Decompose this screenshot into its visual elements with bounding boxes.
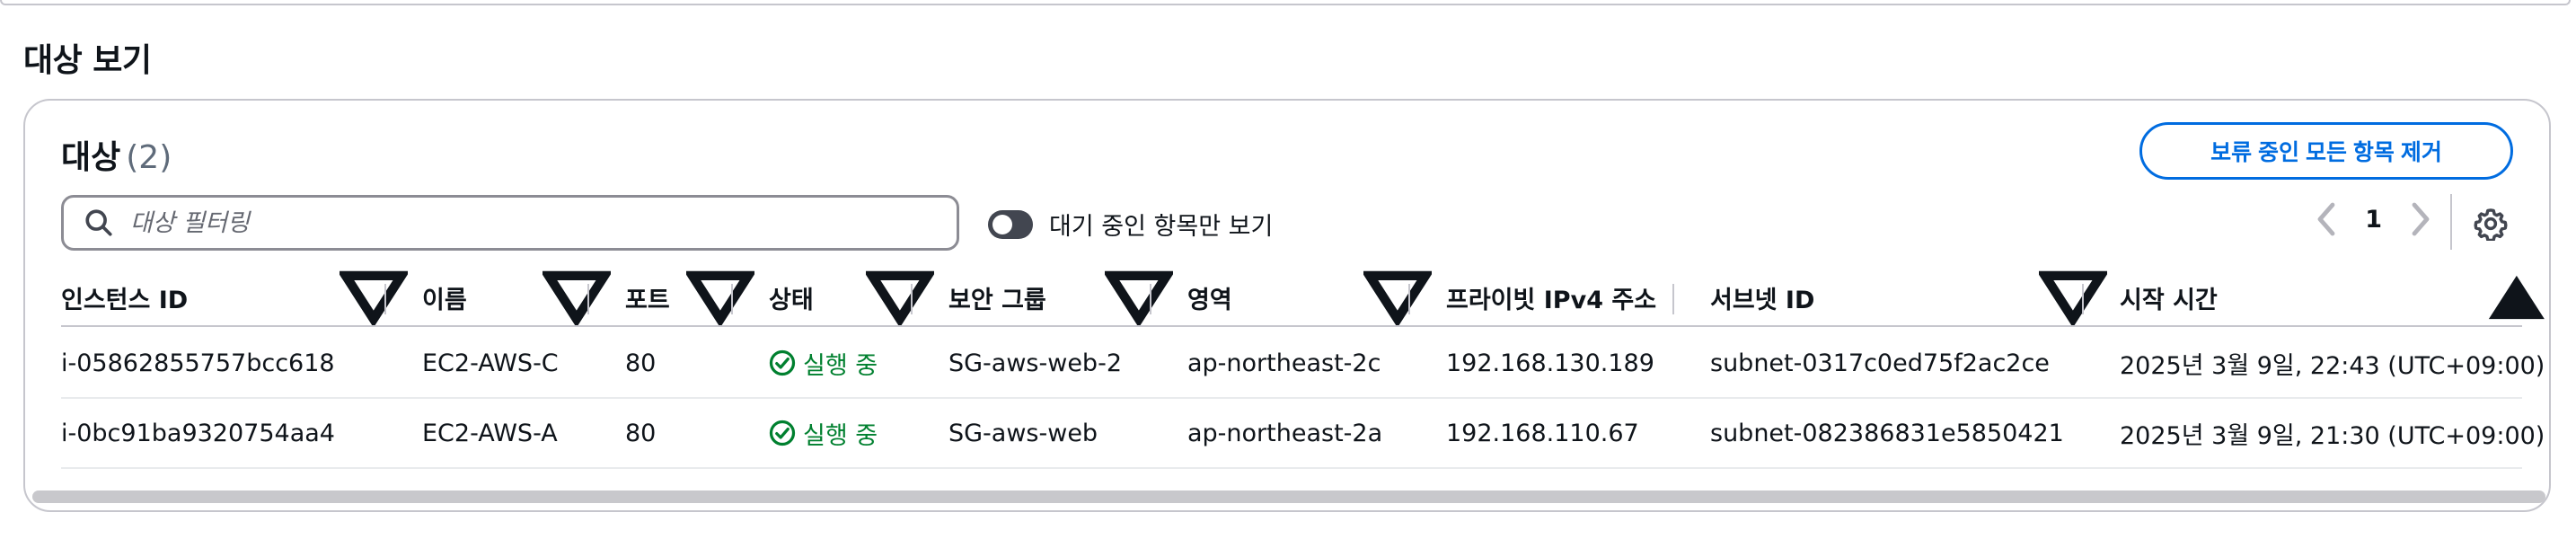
target-count: (2) <box>126 139 172 176</box>
column-resizer[interactable] <box>1672 284 1674 314</box>
cell-zone: ap-northeast-2a <box>1187 419 1383 447</box>
caret-down-icon[interactable] <box>866 270 934 325</box>
top-container-edge <box>0 0 2571 5</box>
cell-security-group: SG-aws-web-2 <box>948 349 1122 377</box>
cell-port: 80 <box>625 349 657 377</box>
column-label: 포트 <box>625 286 670 314</box>
status-text: 실행 중 <box>803 421 878 450</box>
cell-private-ip: 192.168.130.189 <box>1446 349 1654 377</box>
column-resizer[interactable] <box>587 284 589 314</box>
filter-input[interactable] <box>130 208 921 237</box>
table-row[interactable]: i-0bc91ba9320754aa4 EC2-AWS-A 80 실행 중 SG… <box>61 399 2545 469</box>
column-header-port[interactable]: 포트 <box>625 270 670 325</box>
column-label: 시작 시간 <box>2120 286 2218 314</box>
remove-all-pending-button[interactable]: 보류 중인 모든 항목 제거 <box>2139 122 2513 180</box>
status-badge: 실행 중 <box>769 329 878 397</box>
cell-name: EC2-AWS-A <box>422 419 558 447</box>
section-title: 대상 보기 <box>23 42 152 79</box>
check-circle-icon <box>769 420 796 446</box>
cell-subnet-id: subnet-0317c0ed75f2ac2ce <box>1710 349 2050 377</box>
pagination: 1 <box>2315 201 2432 237</box>
caret-up-icon[interactable] <box>2483 270 2551 325</box>
caret-down-icon[interactable] <box>2039 270 2107 325</box>
column-label: 이름 <box>422 286 467 314</box>
column-resizer[interactable] <box>384 284 386 314</box>
chevron-left-icon[interactable] <box>2315 201 2338 237</box>
filter-field[interactable] <box>61 195 959 251</box>
table-header: 인스턴스 ID 이름 포트 상태 보안 그룹 영역 프라이빗 IPv4 주소 서… <box>61 270 2545 327</box>
caret-down-icon[interactable] <box>340 270 408 325</box>
column-header-security-group[interactable]: 보안 그룹 <box>948 270 1046 325</box>
caret-down-icon[interactable] <box>1105 270 1173 325</box>
table-row[interactable]: i-05862855757bcc618 EC2-AWS-C 80 실행 중 SG… <box>61 329 2545 399</box>
column-resizer[interactable] <box>2082 284 2084 314</box>
search-icon <box>85 209 112 236</box>
column-label: 보안 그룹 <box>948 286 1046 314</box>
caret-down-icon[interactable] <box>1363 270 1432 325</box>
column-header-private-ip[interactable]: 프라이빗 IPv4 주소 <box>1446 270 1656 325</box>
cell-zone: ap-northeast-2c <box>1187 349 1381 377</box>
cell-name: EC2-AWS-C <box>422 349 559 377</box>
column-resizer[interactable] <box>1408 284 1410 314</box>
column-header-name[interactable]: 이름 <box>422 270 467 325</box>
column-resizer[interactable] <box>911 284 913 314</box>
caret-down-icon[interactable] <box>686 270 754 325</box>
column-header-start-time[interactable]: 시작 시간 <box>2120 270 2218 325</box>
chevron-right-icon[interactable] <box>2409 201 2432 237</box>
status-text: 실행 중 <box>803 351 878 380</box>
column-label: 인스턴스 ID <box>61 286 189 314</box>
status-badge: 실행 중 <box>769 399 878 467</box>
pending-only-toggle[interactable]: 대기 중인 항목만 보기 <box>988 207 1273 242</box>
column-label: 프라이빗 IPv4 주소 <box>1446 286 1657 314</box>
targets-card: 대상(2) 보류 중인 모든 항목 제거 대기 중인 항목만 보기 1 인스턴스… <box>23 99 2551 512</box>
cell-instance-id: i-05862855757bcc618 <box>61 349 335 377</box>
column-header-zone[interactable]: 영역 <box>1187 270 1232 325</box>
column-header-subnet-id[interactable]: 서브넷 ID <box>1710 270 1814 325</box>
column-resizer[interactable] <box>1150 284 1151 314</box>
check-circle-icon <box>769 349 796 376</box>
column-header-status[interactable]: 상태 <box>769 270 814 325</box>
page-number[interactable]: 1 <box>2365 206 2382 234</box>
card-title: 대상 (2) <box>61 131 172 178</box>
toggle-label: 대기 중인 항목만 보기 <box>1049 213 1274 241</box>
cell-instance-id: i-0bc91ba9320754aa4 <box>61 419 335 447</box>
column-header-instance-id[interactable]: 인스턴스 ID <box>61 270 188 325</box>
column-label: 상태 <box>769 286 814 314</box>
cell-start-time: 2025년 3월 9일, 21:30 (UTC+09:00) <box>2120 421 2545 450</box>
card-title-text: 대상 <box>61 139 121 176</box>
column-label: 영역 <box>1187 286 1232 314</box>
toggle-switch[interactable] <box>988 209 1033 239</box>
cell-private-ip: 192.168.110.67 <box>1446 419 1639 447</box>
cell-port: 80 <box>625 419 657 447</box>
column-label: 서브넷 ID <box>1710 286 1815 314</box>
gear-icon[interactable] <box>2474 207 2508 241</box>
cell-start-time: 2025년 3월 9일, 22:43 (UTC+09:00) <box>2120 351 2545 380</box>
pagination-divider <box>2450 194 2452 250</box>
cell-security-group: SG-aws-web <box>948 419 1098 447</box>
cell-subnet-id: subnet-082386831e5850421 <box>1710 419 2064 447</box>
horizontal-scrollbar[interactable] <box>32 490 2545 503</box>
caret-down-icon[interactable] <box>543 270 611 325</box>
column-resizer[interactable] <box>731 284 733 314</box>
